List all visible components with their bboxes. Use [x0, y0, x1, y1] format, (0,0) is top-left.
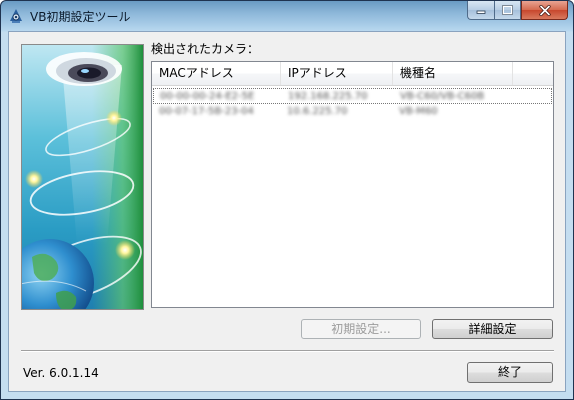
column-header-filler: [513, 62, 553, 85]
banner-illustration: [22, 45, 143, 309]
caption-buttons: [467, 1, 568, 20]
title-bar[interactable]: VB初期設定ツール: [1, 1, 573, 31]
ip-address-cell: 10.6.225.70: [287, 106, 348, 117]
app-window: VB初期設定ツール 検出されたカメラ： MACアドレス IPアドレス 機種名 0…: [0, 0, 574, 400]
model-name-cell: VB-C60/VB-C60B: [400, 91, 485, 102]
table-row[interactable]: 00-07-17-5B-23-04 10.6.225.70 VB-M60: [153, 104, 552, 120]
camera-app-icon: [10, 9, 22, 23]
table-row[interactable]: 00-00-00-24-E2-5E 192.168.225.70 VB-C60/…: [153, 88, 552, 104]
initial-setup-button[interactable]: 初期設定...: [301, 319, 421, 339]
column-header-model[interactable]: 機種名: [393, 62, 513, 85]
column-header-mac[interactable]: MACアドレス: [152, 62, 281, 85]
camera-list[interactable]: MACアドレス IPアドレス 機種名 00-00-00-24-E2-5E 192…: [151, 61, 554, 308]
ip-address-cell: 192.168.225.70: [288, 91, 368, 102]
mac-address-cell: 00-00-00-24-E2-5E: [160, 91, 255, 102]
exit-button[interactable]: 終了: [467, 362, 553, 383]
camera-lens-icon: [46, 52, 122, 86]
maximize-button[interactable]: [494, 1, 521, 20]
maximize-icon: [502, 5, 513, 15]
detected-cameras-label: 検出されたカメラ：: [151, 42, 260, 56]
camera-globe-banner: [21, 44, 144, 310]
version-label: Ver. 6.0.1.14: [23, 366, 99, 380]
window-title: VB初期設定ツール: [30, 10, 131, 24]
camera-list-header: MACアドレス IPアドレス 機種名: [152, 62, 553, 86]
minimize-button[interactable]: [467, 1, 494, 20]
separator: [21, 350, 554, 352]
column-header-ip[interactable]: IPアドレス: [281, 62, 393, 85]
dialog-body: 検出されたカメラ： MACアドレス IPアドレス 機種名 00-00-00-24…: [8, 31, 566, 392]
close-icon: [538, 4, 551, 16]
model-name-cell: VB-M60: [399, 106, 438, 117]
minimize-icon: [476, 10, 486, 14]
close-button[interactable]: [521, 1, 568, 20]
mac-address-cell: 00-07-17-5B-23-04: [159, 106, 254, 117]
advanced-settings-button[interactable]: 詳細設定: [432, 319, 553, 339]
